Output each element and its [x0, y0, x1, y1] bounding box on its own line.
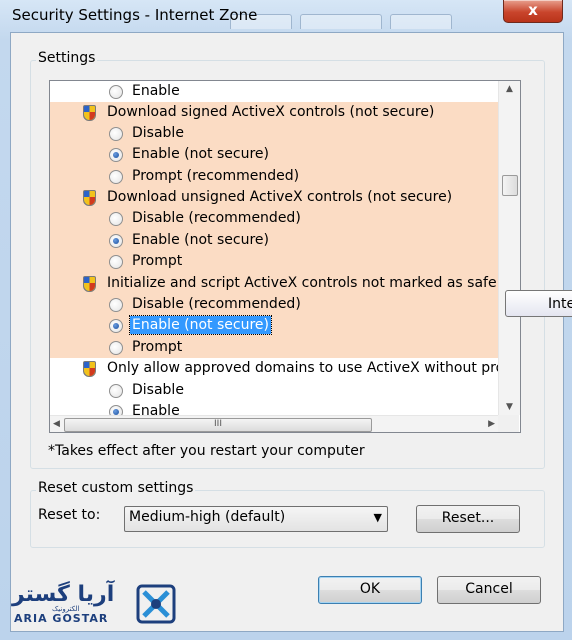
radio-button[interactable] — [109, 127, 123, 141]
horizontal-scroll-thumb[interactable]: III — [64, 418, 372, 432]
option-label: Disable — [132, 382, 184, 398]
option-enable[interactable]: Enable — [50, 81, 498, 102]
close-button[interactable]: x — [503, 0, 563, 23]
option-disable-recommended[interactable]: Disable (recommended) — [50, 208, 498, 229]
watermark-name-en: ARIA GOSTAR — [14, 612, 109, 625]
radio-button[interactable] — [109, 212, 123, 226]
aria-gostar-watermark: آریا گستر الکترونیک ARIA GOSTAR — [12, 580, 182, 635]
option-label-selected: Enable (not secure) — [129, 315, 272, 335]
option-disable-recommended[interactable]: Disable (recommended) — [50, 294, 498, 315]
tooltip-text: Inte — [548, 296, 572, 312]
reset-to-label: Reset to: — [38, 507, 101, 523]
reset-level-dropdown[interactable]: Medium-high (default) ▼ — [124, 506, 388, 532]
radio-button[interactable] — [109, 85, 123, 99]
option-prompt[interactable]: Prompt — [50, 337, 498, 358]
security-shield-icon — [83, 276, 96, 292]
setting-header: Initialize and script ActiveX controls n… — [50, 273, 498, 294]
option-label: Disable (recommended) — [132, 296, 301, 312]
radio-button[interactable] — [109, 298, 123, 312]
settings-group-label: Settings — [36, 50, 98, 66]
setting-header: Download unsigned ActiveX controls (not … — [50, 187, 498, 208]
radio-button[interactable] — [109, 170, 123, 184]
chevron-down-icon: ▼ — [373, 511, 382, 524]
aria-gostar-logo-icon — [136, 584, 176, 624]
setting-header: Download signed ActiveX controls (not se… — [50, 102, 498, 123]
option-disable[interactable]: Disable — [50, 380, 498, 401]
radio-button[interactable] — [109, 255, 123, 269]
setting-header-label: Only allow approved domains to use Activ… — [107, 360, 498, 376]
security-shield-icon — [83, 190, 96, 206]
option-label: Enable — [132, 83, 180, 99]
reset-button[interactable]: Reset... — [416, 505, 520, 533]
cancel-button[interactable]: Cancel — [437, 576, 541, 604]
option-label: Prompt — [132, 253, 183, 269]
vertical-scrollbar[interactable]: ▲ ▼ — [498, 81, 520, 415]
radio-button-checked[interactable] — [109, 405, 123, 415]
option-prompt-recommended[interactable]: Prompt (recommended) — [50, 166, 498, 187]
tooltip: Inte — [505, 290, 572, 317]
security-shield-icon — [83, 361, 96, 377]
security-shield-icon — [83, 105, 96, 121]
option-enable-not-secure[interactable]: Enable (not secure) — [50, 144, 498, 165]
setting-header-label: Download signed ActiveX controls (not se… — [107, 104, 435, 120]
option-label: Enable (not secure) — [132, 146, 269, 162]
setting-header-label: Initialize and script ActiveX controls n… — [107, 275, 498, 291]
window-title: Security Settings - Internet Zone — [12, 6, 258, 24]
background-tab — [300, 14, 382, 29]
scroll-down-arrow-icon[interactable]: ▼ — [499, 402, 520, 412]
setting-header-label: Download unsigned ActiveX controls (not … — [107, 189, 453, 205]
reset-group-label: Reset custom settings — [36, 480, 196, 496]
background-tab — [390, 14, 452, 29]
dialog-window: Security Settings - Internet Zone x Sett… — [0, 0, 572, 640]
option-enable-not-secure[interactable]: Enable (not secure) — [50, 230, 498, 251]
option-label: Disable (recommended) — [132, 210, 301, 226]
option-prompt[interactable]: Prompt — [50, 251, 498, 272]
ok-button[interactable]: OK — [318, 576, 422, 604]
option-label: Enable — [132, 403, 180, 415]
watermark-name-fa: آریا گستر — [12, 582, 115, 607]
restart-note: *Takes effect after you restart your com… — [48, 443, 365, 459]
radio-button-checked[interactable] — [109, 234, 123, 248]
radio-button[interactable] — [109, 384, 123, 398]
reset-level-value: Medium-high (default) — [129, 509, 286, 525]
settings-rows: Enable Download signed ActiveX controls … — [50, 81, 498, 415]
scrollbar-corner — [498, 415, 519, 432]
option-label: Disable — [132, 125, 184, 141]
option-disable[interactable]: Disable — [50, 123, 498, 144]
scroll-left-arrow-icon[interactable]: ◀ — [53, 419, 60, 429]
radio-button[interactable] — [109, 341, 123, 355]
scroll-grip: III — [214, 419, 222, 429]
scroll-up-arrow-icon[interactable]: ▲ — [499, 84, 520, 94]
vertical-scroll-thumb[interactable] — [502, 175, 518, 196]
scroll-right-arrow-icon[interactable]: ▶ — [488, 419, 495, 429]
option-label: Prompt (recommended) — [132, 168, 300, 184]
option-label: Enable (not secure) — [132, 232, 269, 248]
option-enable[interactable]: Enable — [50, 401, 498, 415]
radio-button-checked[interactable] — [109, 319, 123, 333]
settings-list[interactable]: Enable Download signed ActiveX controls … — [49, 80, 521, 433]
option-enable-not-secure-selected[interactable]: Enable (not secure) — [50, 315, 498, 336]
radio-button-checked[interactable] — [109, 148, 123, 162]
option-label: Prompt — [132, 339, 183, 355]
horizontal-scrollbar[interactable]: ◀ III ▶ — [50, 415, 498, 432]
setting-header: Only allow approved domains to use Activ… — [50, 358, 498, 379]
